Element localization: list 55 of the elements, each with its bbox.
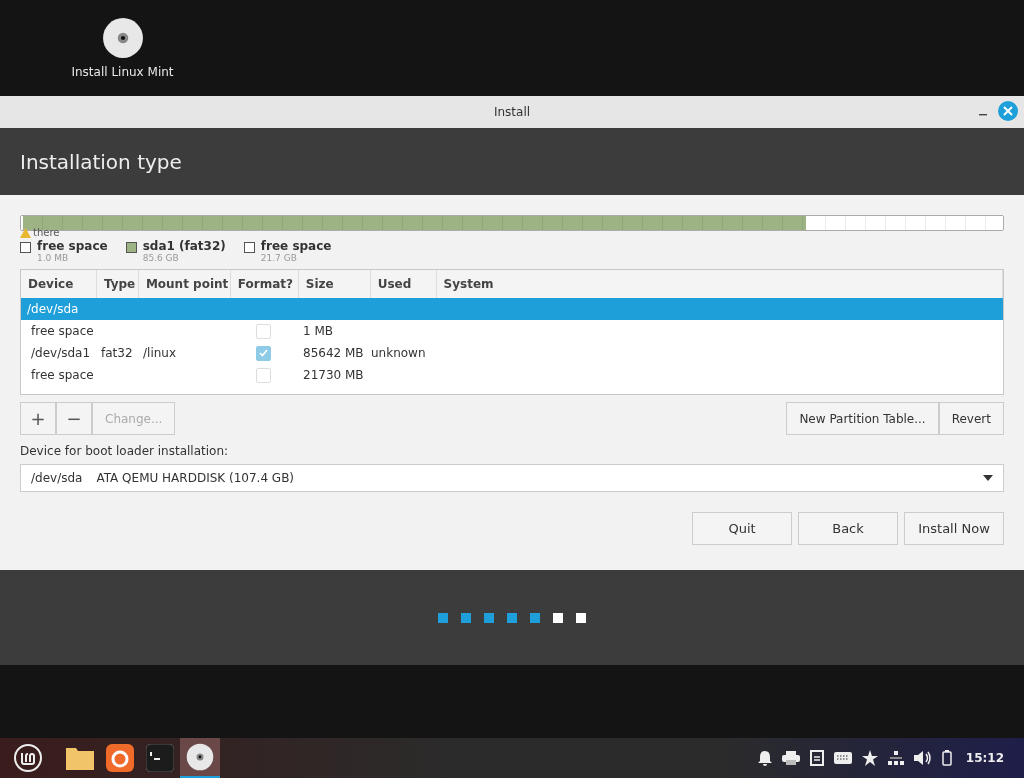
desktop-icon-label[interactable]: Install Linux Mint xyxy=(71,65,174,79)
table-cell: fat32 xyxy=(101,346,133,360)
table-cell: 21730 MB xyxy=(303,368,364,382)
table-cell: /dev/sda1 xyxy=(31,346,91,360)
remove-button[interactable]: − xyxy=(56,402,92,435)
document-icon[interactable] xyxy=(809,750,824,766)
page-title: Installation type xyxy=(20,149,182,174)
format-checkbox[interactable] xyxy=(256,345,271,361)
new-partition-table-button[interactable]: New Partition Table... xyxy=(786,402,939,435)
dialog-button[interactable]: Install Now xyxy=(904,512,1004,545)
clock[interactable]: 15:12 xyxy=(965,751,1004,765)
add-button[interactable]: + xyxy=(20,402,56,435)
table-row[interactable]: /dev/sda1 fat32 /linux 85642 MB unknown xyxy=(21,342,1003,364)
check-icon xyxy=(259,349,268,357)
table-cell: free space xyxy=(31,368,94,382)
network-icon[interactable] xyxy=(887,751,904,765)
close-icon[interactable] xyxy=(1003,106,1013,116)
keyboard-icon[interactable] xyxy=(833,752,852,764)
revert-button[interactable]: Revert xyxy=(938,402,1004,435)
legend-name: sda1 (fat32) xyxy=(142,239,226,253)
format-checkbox[interactable] xyxy=(256,367,271,383)
dialog-button[interactable]: Quit xyxy=(692,512,792,545)
table-cell-text: /dev/sda xyxy=(26,302,79,316)
table-cell: 1 MB xyxy=(303,324,334,338)
bell-icon[interactable] xyxy=(757,750,772,766)
table-cell: 85642 MB xyxy=(303,346,364,360)
table-cell: free space xyxy=(31,324,94,338)
legend-name: free space xyxy=(260,239,332,253)
table-row[interactable]: free space 1 MB xyxy=(21,320,1003,342)
dialog-button[interactable]: Back xyxy=(798,512,898,545)
warning-text: there xyxy=(33,227,60,238)
format-checkbox[interactable] xyxy=(256,323,271,339)
legend-size: 85.6 GB xyxy=(142,253,180,263)
folder-icon[interactable] xyxy=(65,745,95,771)
legend-size: 1.0 MB xyxy=(37,253,70,263)
window-title: Install xyxy=(493,105,531,119)
printer-icon[interactable] xyxy=(781,751,800,765)
bootloader-dropdown[interactable]: /dev/sda ATA QEMU HARDDISK (107.4 GB) xyxy=(20,464,1004,492)
warning-icon xyxy=(20,227,31,238)
legend-size: 21.7 GB xyxy=(260,253,298,263)
disc-icon[interactable] xyxy=(186,743,214,771)
browser-icon[interactable] xyxy=(106,744,134,772)
table-cell: /linux xyxy=(143,346,177,360)
bootloader-label: Device for boot loader installation: xyxy=(20,444,230,458)
volume-icon[interactable] xyxy=(913,751,932,765)
table-cell: unknown xyxy=(371,346,426,360)
dropdown-arrow-icon xyxy=(983,475,993,481)
close-button[interactable] xyxy=(998,101,1018,121)
battery-icon[interactable] xyxy=(941,750,952,766)
disc-icon[interactable] xyxy=(101,17,144,59)
terminal-icon[interactable] xyxy=(146,744,174,772)
star-icon[interactable] xyxy=(861,750,878,766)
menu-icon[interactable] xyxy=(13,743,43,773)
legend-name: free space xyxy=(37,239,108,253)
table-row[interactable]: free space 21730 MB xyxy=(21,364,1003,386)
